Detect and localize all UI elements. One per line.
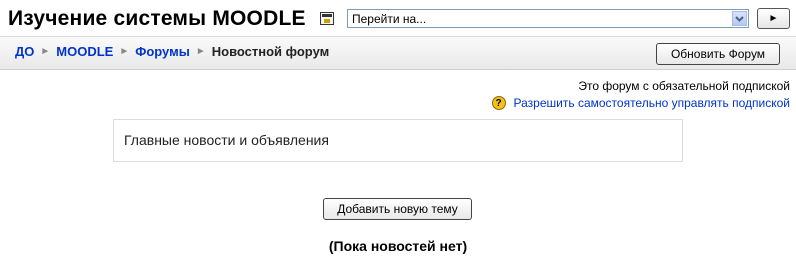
allow-subscription-choice-link[interactable]: Разрешить самостоятельно управлять подпи… [514, 96, 790, 110]
breadcrumb-separator-icon: ► [195, 46, 206, 57]
breadcrumb-link-do[interactable]: ДО [15, 44, 34, 59]
forum-intro-text: Главные новости и объявления [124, 132, 329, 148]
block-layout-icon[interactable] [320, 12, 334, 25]
page-header: Изучение системы MOODLE Перейти на... ► [0, 0, 796, 36]
no-news-message: (Пока новостей нет) [328, 238, 468, 254]
forum-intro-box: Главные новости и объявления [113, 119, 683, 162]
jump-to-select[interactable]: Перейти на... [347, 9, 749, 28]
breadcrumb-link-forums[interactable]: Форумы [135, 44, 190, 59]
navbar: ДО ► MOODLE ► Форумы ► Новостной форум О… [0, 36, 796, 70]
update-forum-button[interactable]: Обновить Форум [656, 43, 780, 65]
breadcrumb-separator-icon: ► [40, 46, 51, 57]
breadcrumb: ДО ► MOODLE ► Форумы ► Новостной форум [15, 44, 329, 59]
breadcrumb-current: Новостной форум [211, 44, 330, 59]
breadcrumb-link-moodle[interactable]: MOODLE [56, 44, 113, 59]
add-new-topic-button[interactable]: Добавить новую тему [323, 198, 472, 220]
subscription-link-row: ? Разрешить самостоятельно управлять под… [491, 96, 790, 110]
site-title: Изучение системы MOODLE [8, 7, 306, 30]
jump-to-select-value: Перейти на... [352, 12, 427, 26]
go-button[interactable]: ► [757, 8, 790, 29]
help-icon[interactable]: ? [491, 96, 506, 110]
chevron-down-icon[interactable] [732, 11, 747, 26]
breadcrumb-separator-icon: ► [119, 46, 130, 57]
subscription-status-text: Это форум с обязательной подпиской [578, 79, 790, 93]
